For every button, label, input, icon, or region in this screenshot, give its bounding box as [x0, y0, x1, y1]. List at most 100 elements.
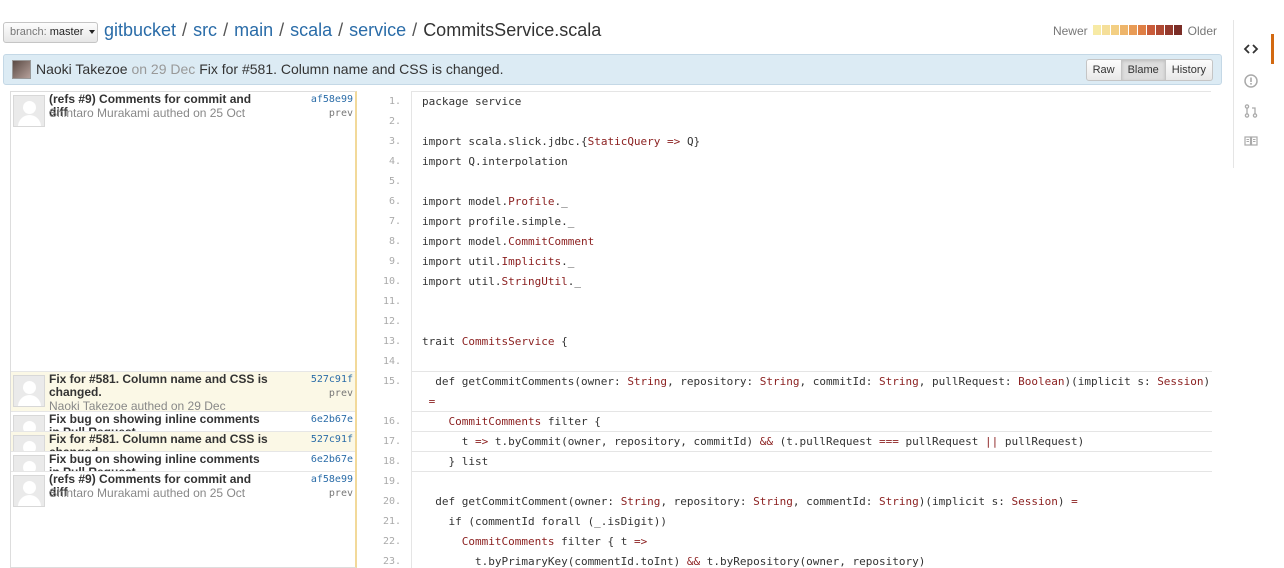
blame-commit-message[interactable]: Fix bug on showing inline comments in Pu…: [49, 453, 271, 472]
breadcrumb-repo[interactable]: gitbucket: [104, 20, 176, 40]
pull-request-icon: [1244, 104, 1258, 118]
line-number[interactable]: 15.: [357, 376, 401, 387]
legend-swatch: [1155, 25, 1164, 35]
line-number[interactable]: 19.: [357, 476, 401, 487]
code-token: StringUtil: [501, 275, 568, 288]
line-number[interactable]: 12.: [357, 316, 401, 327]
commit-summary: Naoki Takezoe on 29 Dec Fix for #581. Co…: [36, 61, 503, 77]
code-token: String: [759, 375, 800, 388]
code-token: Implicits: [501, 255, 562, 268]
blame-commit-message[interactable]: Fix for #581. Column name and CSS is cha…: [49, 433, 271, 452]
branch-name: master: [49, 26, 84, 38]
line-number[interactable]: 10.: [357, 276, 401, 287]
code-token: &&: [686, 555, 701, 568]
code-token: import util.: [422, 275, 502, 288]
code-token: trait: [422, 335, 462, 348]
code-token: t.byRepository(owner, repository): [700, 555, 926, 568]
blame-commit-message[interactable]: Fix bug on showing inline comments in Pu…: [49, 413, 271, 432]
nav-pull-requests[interactable]: [1234, 96, 1274, 126]
line-number[interactable]: 4.: [357, 156, 401, 167]
code-token: String: [879, 495, 919, 508]
line-number[interactable]: 5.: [357, 176, 401, 187]
blame-commit-message[interactable]: Fix for #581. Column name and CSS is cha…: [49, 373, 271, 399]
history-button[interactable]: History: [1165, 59, 1213, 81]
code-token: CommitComments: [461, 535, 555, 548]
code-token: if (commentId forall (_.isDigit)): [422, 515, 668, 528]
line-number[interactable]: 3.: [357, 136, 401, 147]
blame-prev[interactable]: prev: [329, 488, 353, 499]
branch-selector[interactable]: branch: master: [3, 22, 98, 43]
blame-author-date: Naoki Takezoe authed on 29 Dec: [49, 399, 226, 412]
line-number[interactable]: 18.: [357, 456, 401, 467]
line-number[interactable]: 23.: [357, 556, 401, 567]
legend-swatch: [1119, 25, 1128, 35]
line-number[interactable]: 17.: [357, 436, 401, 447]
blame-sha[interactable]: af58e99: [311, 94, 353, 105]
line-number[interactable]: 16.: [357, 416, 401, 427]
code-line: t.byPrimaryKey(commentId.toInt) && t.byR…: [422, 555, 925, 568]
code-token: import model.: [422, 235, 509, 248]
legend-swatch: [1137, 25, 1146, 35]
code-token: (t.pullRequest: [773, 435, 879, 448]
nav-wiki[interactable]: [1234, 126, 1274, 156]
breadcrumb-main[interactable]: main: [234, 20, 273, 40]
line-number[interactable]: 11.: [357, 296, 401, 307]
line-number[interactable]: 6.: [357, 196, 401, 207]
avatar: [13, 475, 45, 507]
nav-issues[interactable]: [1234, 66, 1274, 96]
breadcrumb: gitbucket / src / main / scala / service / Commits…: [104, 20, 601, 41]
blame-prev[interactable]: prev: [329, 388, 353, 399]
blame-sha[interactable]: 6e2b67e: [311, 414, 353, 425]
breadcrumb-src[interactable]: src: [193, 20, 217, 40]
blame-sha[interactable]: af58e99: [311, 474, 353, 485]
blame-block: Fix bug on showing inline comments in Pu…: [11, 412, 355, 432]
nav-code[interactable]: [1234, 34, 1274, 64]
code-token: import Q.interpolation: [422, 155, 568, 168]
line-number[interactable]: 20.: [357, 496, 401, 507]
breadcrumb-separator: /: [338, 20, 344, 40]
legend-newer: Newer: [1052, 24, 1088, 38]
code-line: import util.Implicits._: [422, 255, 574, 268]
line-number[interactable]: 14.: [357, 356, 401, 367]
legend-swatch: [1092, 25, 1101, 35]
code-token: def getCommitComments(owner:: [422, 375, 628, 388]
blame-block-divider: [412, 431, 1212, 432]
line-number[interactable]: 9.: [357, 256, 401, 267]
line-number[interactable]: 22.: [357, 536, 401, 547]
code-token: String: [879, 375, 919, 388]
code-token: Q}: [686, 135, 701, 148]
blame-sha[interactable]: 6e2b67e: [311, 454, 353, 465]
breadcrumb-scala[interactable]: scala: [290, 20, 332, 40]
code-line: t => t.byCommit(owner, repository, commi…: [422, 435, 1085, 448]
breadcrumb-service[interactable]: service: [349, 20, 406, 40]
blame-sha[interactable]: 527c91f: [311, 374, 353, 385]
code-token: ._: [561, 255, 575, 268]
blame-button[interactable]: Blame: [1121, 59, 1166, 81]
blame-block: Fix for #581. Column name and CSS is cha…: [11, 372, 355, 412]
blame-block-divider: [412, 451, 1212, 452]
code-line: def getCommitComments(owner: String, rep…: [422, 375, 1210, 388]
code-view: 1. package service 2. 3. import scala.slick.…: [357, 91, 1222, 568]
line-number[interactable]: 8.: [357, 236, 401, 247]
blame-column: (refs #9) Comments for commit and diff S…: [10, 91, 357, 568]
line-number[interactable]: 2.: [357, 116, 401, 127]
line-number[interactable]: 7.: [357, 216, 401, 227]
code-token: def getCommitComment(owner:: [422, 495, 621, 508]
repo-nav-rail: [1233, 20, 1274, 168]
blame-block: (refs #9) Comments for commit and diff S…: [11, 92, 355, 372]
code-token: , repository:: [660, 495, 754, 508]
commit-message[interactable]: Fix for #581. Column name and CSS is cha…: [199, 61, 503, 77]
breadcrumb-separator: /: [182, 20, 188, 40]
line-number[interactable]: 1.: [357, 96, 401, 107]
legend-swatch: [1128, 25, 1137, 35]
commit-author[interactable]: Naoki Takezoe: [36, 61, 128, 77]
line-number[interactable]: 13.: [357, 336, 401, 347]
code-token: Boolean: [1018, 375, 1065, 388]
blame-sha[interactable]: 527c91f: [311, 434, 353, 445]
raw-button[interactable]: Raw: [1085, 59, 1122, 81]
blame-prev[interactable]: prev: [329, 108, 353, 119]
line-number[interactable]: 21.: [357, 516, 401, 527]
code-token: ._: [567, 275, 581, 288]
code-token: , commentId:: [792, 495, 879, 508]
avatar: [13, 95, 45, 127]
